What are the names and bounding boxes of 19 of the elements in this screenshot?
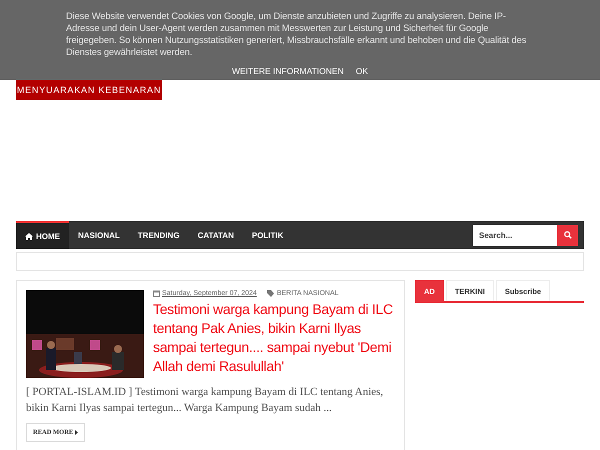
post-title[interactable]: Testimoni warga kampung Bayam di ILC tentang Pak Anies, bikin Karni Ilyas sampai tertegun.... sampai nyebut 'Demi Allah demi Rasulullah' [153,300,405,376]
logo[interactable]: MENYUARAKAN KEBENARAN [16,80,162,100]
logo-tagline: MENYUARAKAN KEBENARAN [16,85,162,95]
nav-tab[interactable]: NASIONAL [69,221,129,249]
nav-tab[interactable]: CATATAN [188,221,243,249]
search-icon [564,231,572,239]
nav-tab[interactable]: TRENDING [128,221,189,249]
nav-tab[interactable]: HOME [16,221,69,249]
cookie-button[interactable]: WEITERE INFORMATIONEN [232,66,344,76]
nav-tab[interactable]: POLITIK [242,221,292,249]
caret-icon [75,430,78,435]
search-button[interactable] [557,224,578,246]
home-icon [25,232,33,240]
cookie-message: Diese Website verwendet Cookies von Google, um Dienste anzubieten und Zugriffe zu analysieren. Deine IP-Adresse und dein User-Agent werden zusammen mit Messwerten zur Leistung und Sicherheit für Google freigegeben. So können Nutzungsstatistiken generiert, Missbrauchsfälle erkannt und behoben und die Qualität des Dienstes gewährleistet werden. [66,10,528,58]
cookie-button[interactable]: OK [356,66,368,76]
search-field[interactable]: Search... [473,224,557,246]
calendar-icon [153,290,160,297]
tag-icon [266,290,275,297]
post-excerpt: [ PORTAL-ISLAM.ID ] Testimoni warga kampung Bayam di ILC tentang Anies, bikin Karni Ilyas sampai tertegun... Warga Kampung Bayam sudah ... [26,385,384,416]
